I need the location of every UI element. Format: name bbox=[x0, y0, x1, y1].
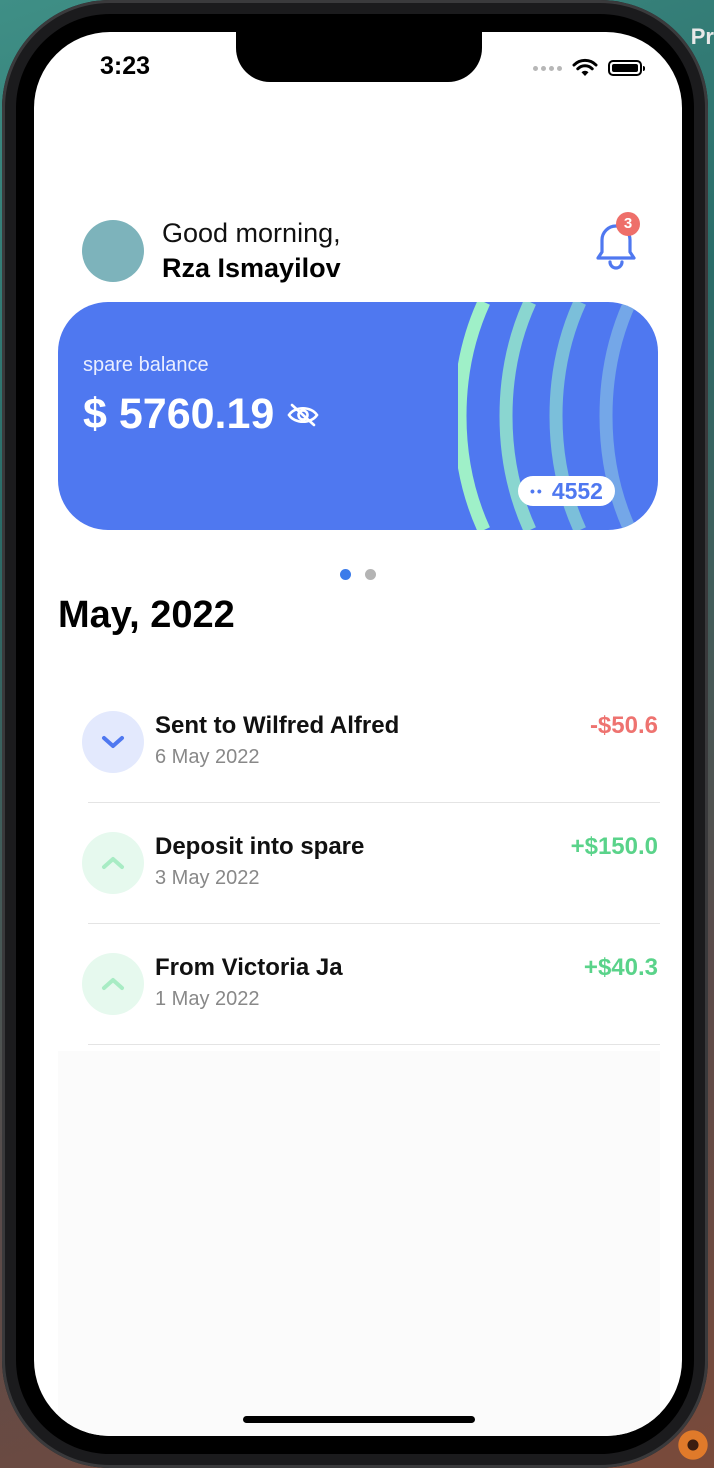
notifications-button[interactable]: 3 bbox=[590, 212, 642, 270]
desktop-background-flower bbox=[676, 1428, 710, 1462]
pager-dot-active[interactable] bbox=[340, 569, 351, 580]
transaction-row[interactable]: Sent to Wilfred Alfred 6 May 2022 -$50.6 bbox=[34, 682, 682, 803]
wifi-icon bbox=[572, 58, 598, 76]
transaction-row[interactable]: Deposit into spare 3 May 2022 +$150.0 bbox=[34, 803, 682, 924]
avatar[interactable] bbox=[82, 220, 144, 283]
pager-dot[interactable] bbox=[365, 569, 376, 580]
transaction-date: 3 May 2022 bbox=[155, 867, 260, 889]
transaction-name: From Victoria Ja bbox=[155, 954, 343, 981]
transaction-amount: -$50.6 bbox=[589, 712, 658, 739]
card-label: spare balance bbox=[83, 354, 209, 376]
battery-icon bbox=[608, 60, 645, 76]
notification-badge: 3 bbox=[616, 212, 640, 236]
transaction-row[interactable]: From Victoria Ja 1 May 2022 +$40.3 bbox=[34, 924, 682, 1045]
app-screen: 3:23 Good morning, Rza Ismayilov 3 spare… bbox=[34, 32, 682, 1436]
card-mask: •• bbox=[530, 483, 544, 499]
status-time: 3:23 bbox=[100, 52, 151, 80]
status-icons bbox=[533, 58, 645, 78]
empty-content-area bbox=[58, 1051, 660, 1436]
transaction-date: 6 May 2022 bbox=[155, 746, 260, 768]
transaction-name: Deposit into spare bbox=[155, 833, 365, 860]
greeting-text: Good morning, bbox=[162, 218, 341, 248]
card-number-pill: •• 4552 bbox=[518, 476, 615, 506]
transaction-amount: +$150.0 bbox=[570, 833, 658, 860]
greeting-block: Good morning, Rza Ismayilov bbox=[82, 216, 341, 286]
cellular-signal-icon bbox=[533, 65, 562, 71]
card-pager[interactable] bbox=[340, 569, 376, 580]
eye-off-icon[interactable] bbox=[286, 402, 320, 428]
divider bbox=[88, 1044, 660, 1045]
home-indicator[interactable] bbox=[243, 1416, 475, 1423]
balance-amount: $ 5760.19 bbox=[83, 390, 275, 438]
chevron-up-icon bbox=[82, 953, 144, 1015]
chevron-down-icon bbox=[82, 711, 144, 773]
desktop-background-text: Pr bbox=[690, 24, 714, 49]
transaction-date: 1 May 2022 bbox=[155, 988, 260, 1010]
transaction-list: Sent to Wilfred Alfred 6 May 2022 -$50.6… bbox=[34, 682, 682, 1045]
notch bbox=[236, 32, 482, 82]
transaction-amount: +$40.3 bbox=[583, 954, 658, 981]
balance-card[interactable]: spare balance $ 5760.19 •• 4552 bbox=[58, 302, 658, 530]
card-last4: 4552 bbox=[551, 477, 603, 504]
chevron-up-icon bbox=[82, 832, 144, 894]
transaction-name: Sent to Wilfred Alfred bbox=[155, 712, 400, 739]
user-name: Rza Ismayilov bbox=[162, 253, 341, 284]
month-title: May, 2022 bbox=[58, 594, 235, 636]
